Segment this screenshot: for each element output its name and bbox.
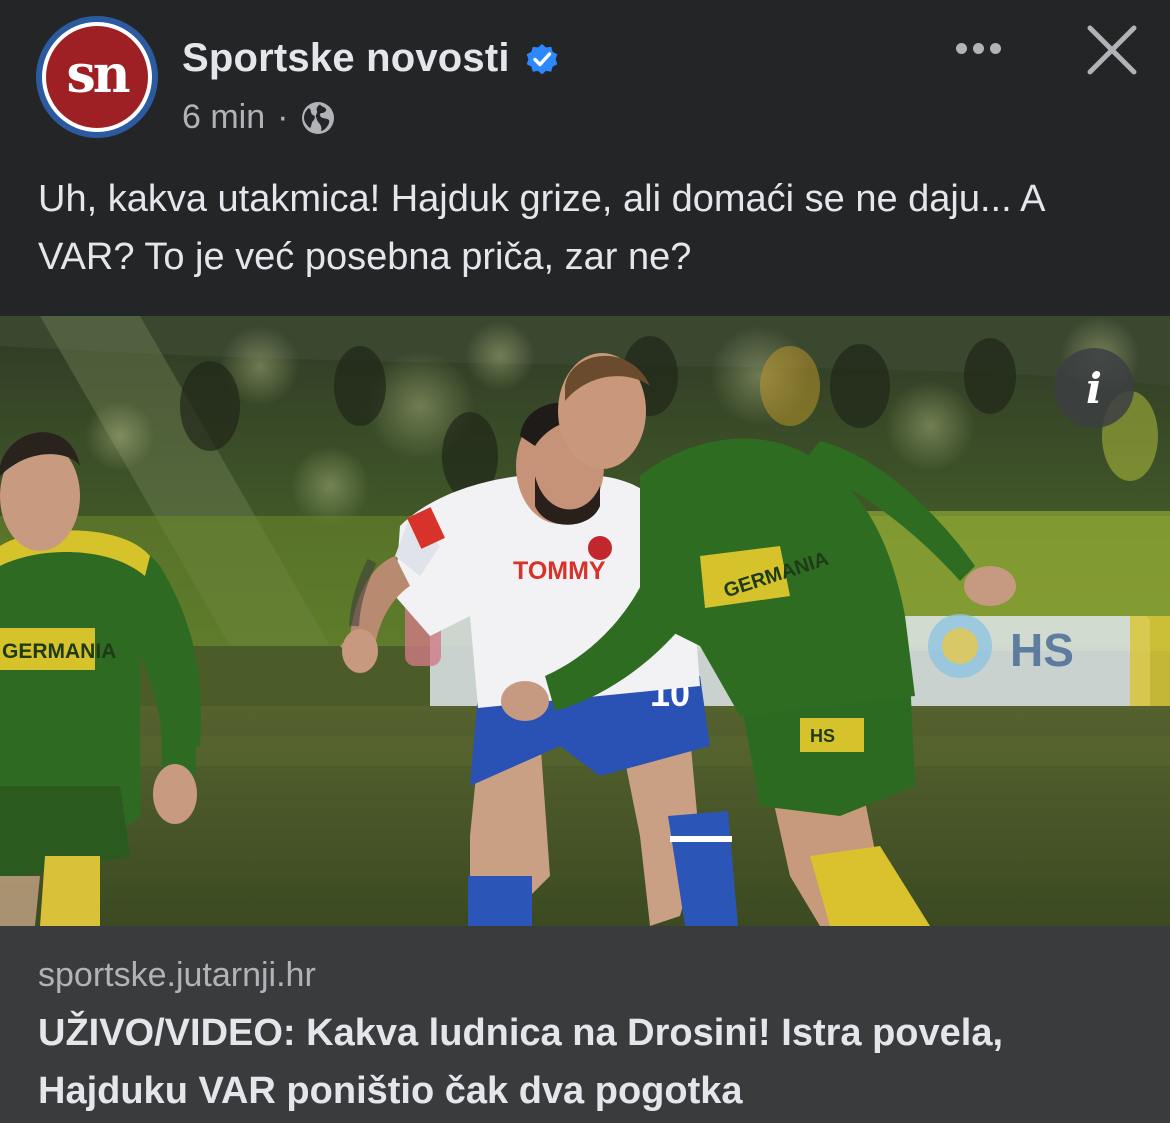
avatar-ring: sn	[42, 22, 152, 132]
link-headline[interactable]: UŽIVO/VIDEO: Kakva ludnica na Drosini! I…	[38, 1004, 1148, 1120]
jersey-text-left: GERMANIA	[2, 640, 116, 663]
svg-text:HS: HS	[810, 726, 835, 746]
post-image[interactable]: HS GERMANIA 10 TOMMY HS GERMANIA	[0, 316, 1170, 926]
post-time[interactable]: 6 min	[182, 98, 265, 137]
link-domain: sportske.jutarnji.hr	[38, 956, 316, 994]
post-header: sn Sportske novosti 6 min ·	[0, 0, 1170, 160]
meta-separator: ·	[277, 98, 289, 136]
close-icon[interactable]	[1082, 20, 1142, 80]
more-dot	[989, 42, 1001, 54]
page-avatar[interactable]: sn	[36, 16, 158, 138]
avatar-logo-text: sn	[66, 43, 130, 105]
post-meta: 6 min ·	[182, 98, 336, 137]
post-caption: Uh, kakva utakmica! Hajduk grize, ali do…	[38, 178, 1044, 278]
board-text: HS	[1010, 624, 1074, 676]
jersey-text-center: TOMMY	[513, 557, 606, 585]
football-match-photo: HS GERMANIA 10 TOMMY HS GERMANIA	[0, 316, 1170, 926]
info-icon[interactable]: i	[1054, 348, 1134, 428]
page-name[interactable]: Sportske novosti	[182, 36, 510, 81]
avatar-logo: sn	[46, 26, 148, 128]
more-dot	[955, 42, 967, 54]
page-name-row: Sportske novosti	[182, 36, 560, 81]
more-dot	[972, 42, 984, 54]
globe-icon	[302, 101, 335, 134]
facebook-post: sn Sportske novosti 6 min · Uh, kakva ut…	[0, 0, 1170, 1123]
info-glyph: i	[1086, 363, 1102, 413]
verified-badge-icon	[526, 43, 558, 74]
more-options-icon[interactable]	[946, 28, 1010, 68]
